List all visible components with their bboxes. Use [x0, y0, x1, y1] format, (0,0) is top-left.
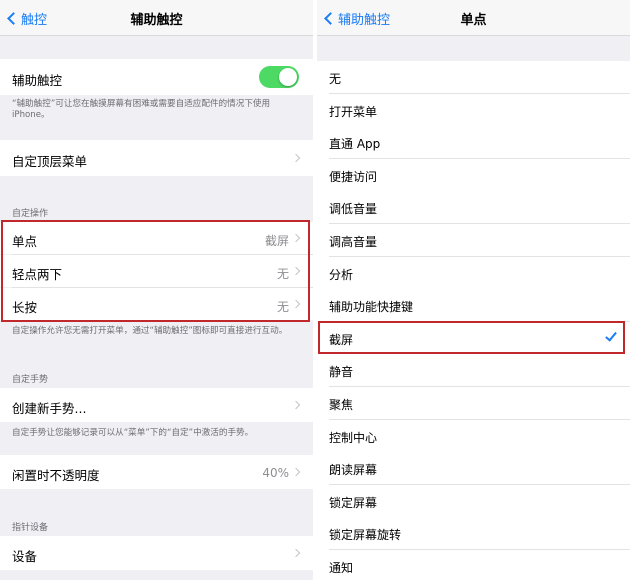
option-row[interactable]: 无	[317, 61, 630, 94]
assistive-touch-row: 辅助触控	[0, 59, 313, 95]
selected-option-highlight	[318, 321, 625, 354]
pointer-devices-header: 指针设备	[12, 523, 49, 533]
devices-label: 设备	[12, 549, 38, 564]
create-gesture-row[interactable]: 创建新手势...	[0, 388, 313, 422]
option-label: 无	[329, 72, 342, 86]
option-row[interactable]: 便捷访问	[317, 159, 630, 192]
idle-opacity-row[interactable]: 闲置时不透明度 40%	[0, 455, 313, 489]
option-label: 聚焦	[329, 398, 354, 412]
option-row[interactable]: 朗读屏幕	[317, 452, 630, 485]
custom-gestures-note: 自定手势让您能够记录可以从“菜单”下的“自定”中激活的手势。	[12, 428, 254, 438]
option-row[interactable]: 分析	[317, 257, 630, 290]
option-row[interactable]: 调高音量	[317, 224, 630, 257]
assistive-touch-settings-panel: 触控 辅助触控 辅助触控 “辅助触控”可让您在触摸屏幕有困难或需要自适应配件的情…	[0, 0, 313, 580]
idle-opacity-value: 40%	[262, 466, 289, 480]
option-label: 分析	[329, 268, 354, 282]
create-gesture-label: 创建新手势...	[12, 401, 87, 416]
option-label: 静音	[329, 365, 354, 379]
assistive-touch-note: “辅助触控”可让您在触摸屏幕有困难或需要自适应配件的情况下使用iPhone。	[12, 99, 271, 120]
nav-bar: 触控 辅助触控	[0, 0, 313, 36]
single-tap-options-panel: 辅助触控 单点 无打开菜单直通 App 便捷访问调低音量调高音量分析辅助功能快捷键…	[317, 0, 630, 580]
option-label: 直通 App	[329, 137, 381, 151]
option-label: 便捷访问	[329, 170, 378, 184]
assistive-touch-label: 辅助触控	[12, 73, 63, 88]
devices-row[interactable]: 设备	[0, 536, 313, 570]
option-label: 锁定屏幕	[329, 496, 378, 510]
option-label: 调低音量	[329, 202, 378, 216]
nav-bar: 辅助触控 单点	[317, 0, 630, 36]
option-label: 控制中心	[329, 431, 378, 445]
option-row[interactable]: 辅助功能快捷键	[317, 289, 630, 322]
option-row[interactable]: 静音	[317, 354, 630, 387]
customize-top-menu-label: 自定顶层菜单	[12, 154, 88, 169]
option-row[interactable]: 打开菜单	[317, 94, 630, 127]
option-label: 锁定屏幕旋转	[329, 528, 402, 542]
option-label: 朗读屏幕	[329, 463, 378, 477]
option-row[interactable]: 控制中心	[317, 420, 630, 453]
option-label: 辅助功能快捷键	[329, 300, 414, 314]
option-label: 通知	[329, 561, 354, 575]
custom-gestures-header: 自定手势	[12, 375, 49, 385]
toggle-knob	[279, 68, 297, 86]
assistive-touch-toggle[interactable]	[259, 66, 299, 88]
option-row[interactable]: 直通 App	[317, 126, 630, 159]
option-row[interactable]: 调低音量	[317, 191, 630, 224]
option-row[interactable]: 通知	[317, 550, 630, 580]
chevron-right-icon	[291, 467, 301, 477]
chevron-right-icon	[291, 153, 301, 163]
option-label: 调高音量	[329, 235, 378, 249]
idle-opacity-label: 闲置时不透明度	[12, 468, 100, 483]
chevron-right-icon	[291, 548, 301, 558]
option-row[interactable]: 锁定屏幕	[317, 485, 630, 518]
custom-actions-note: 自定操作允许您无需打开菜单，通过“辅助触控”图标即可直接进行互动。	[12, 326, 288, 336]
custom-actions-header: 自定操作	[12, 209, 49, 219]
option-row[interactable]: 聚焦	[317, 387, 630, 420]
option-row[interactable]: 锁定屏幕旋转	[317, 517, 630, 550]
page-title: 辅助触控	[130, 13, 183, 28]
chevron-right-icon	[291, 400, 301, 410]
customize-top-menu-row[interactable]: 自定顶层菜单	[0, 140, 313, 176]
option-label: 打开菜单	[329, 105, 378, 119]
page-title: 单点	[460, 13, 487, 28]
custom-actions-highlight	[1, 220, 310, 322]
